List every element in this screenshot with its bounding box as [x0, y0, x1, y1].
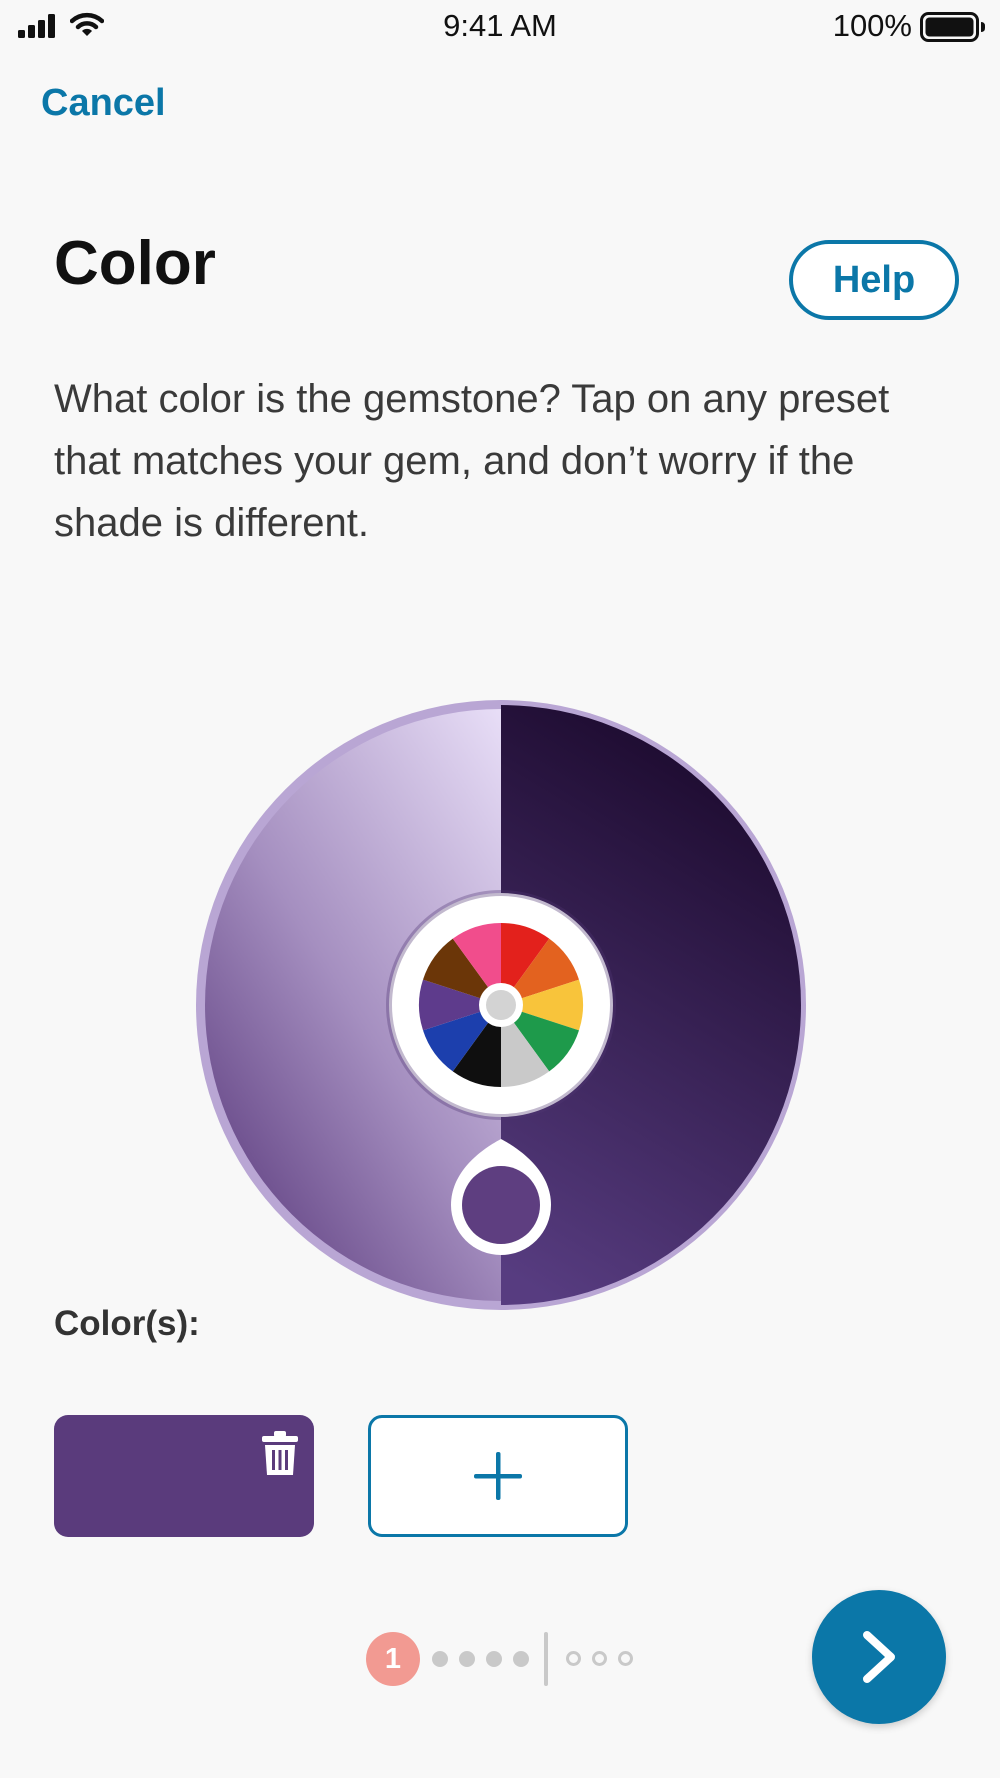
- progress-stepper: 1: [366, 1630, 646, 1686]
- chevron-right-icon: [863, 1631, 895, 1683]
- step-ring: [566, 1651, 581, 1666]
- plus-icon: [474, 1452, 522, 1500]
- cancel-link[interactable]: Cancel: [41, 82, 166, 125]
- battery-icon: [920, 12, 985, 42]
- colors-label: Color(s):: [54, 1304, 200, 1343]
- step-dot: [486, 1651, 502, 1667]
- step-divider: [544, 1632, 548, 1686]
- step-dot: [432, 1651, 448, 1667]
- selected-color-swatch[interactable]: [54, 1415, 314, 1537]
- battery-percent: 100%: [832, 8, 912, 43]
- page-title: Color: [54, 229, 216, 298]
- add-color-button[interactable]: [368, 1415, 628, 1537]
- color-step-screen: 9:41 AM 100% Cancel Color Help What colo…: [0, 0, 1000, 1778]
- step-dot: [459, 1651, 475, 1667]
- step-ring: [592, 1651, 607, 1666]
- trash-icon[interactable]: [260, 1431, 300, 1477]
- current-step-badge: 1: [366, 1632, 420, 1686]
- shade-wheel[interactable]: [196, 700, 806, 1310]
- status-bar: 9:41 AM 100%: [0, 0, 1000, 54]
- step-ring: [618, 1651, 633, 1666]
- instructions-text: What color is the gemstone? Tap on any p…: [54, 377, 890, 545]
- shade-picker[interactable]: [196, 700, 806, 1310]
- step-dot: [513, 1651, 529, 1667]
- next-button[interactable]: [812, 1590, 946, 1724]
- help-button[interactable]: Help: [789, 240, 959, 320]
